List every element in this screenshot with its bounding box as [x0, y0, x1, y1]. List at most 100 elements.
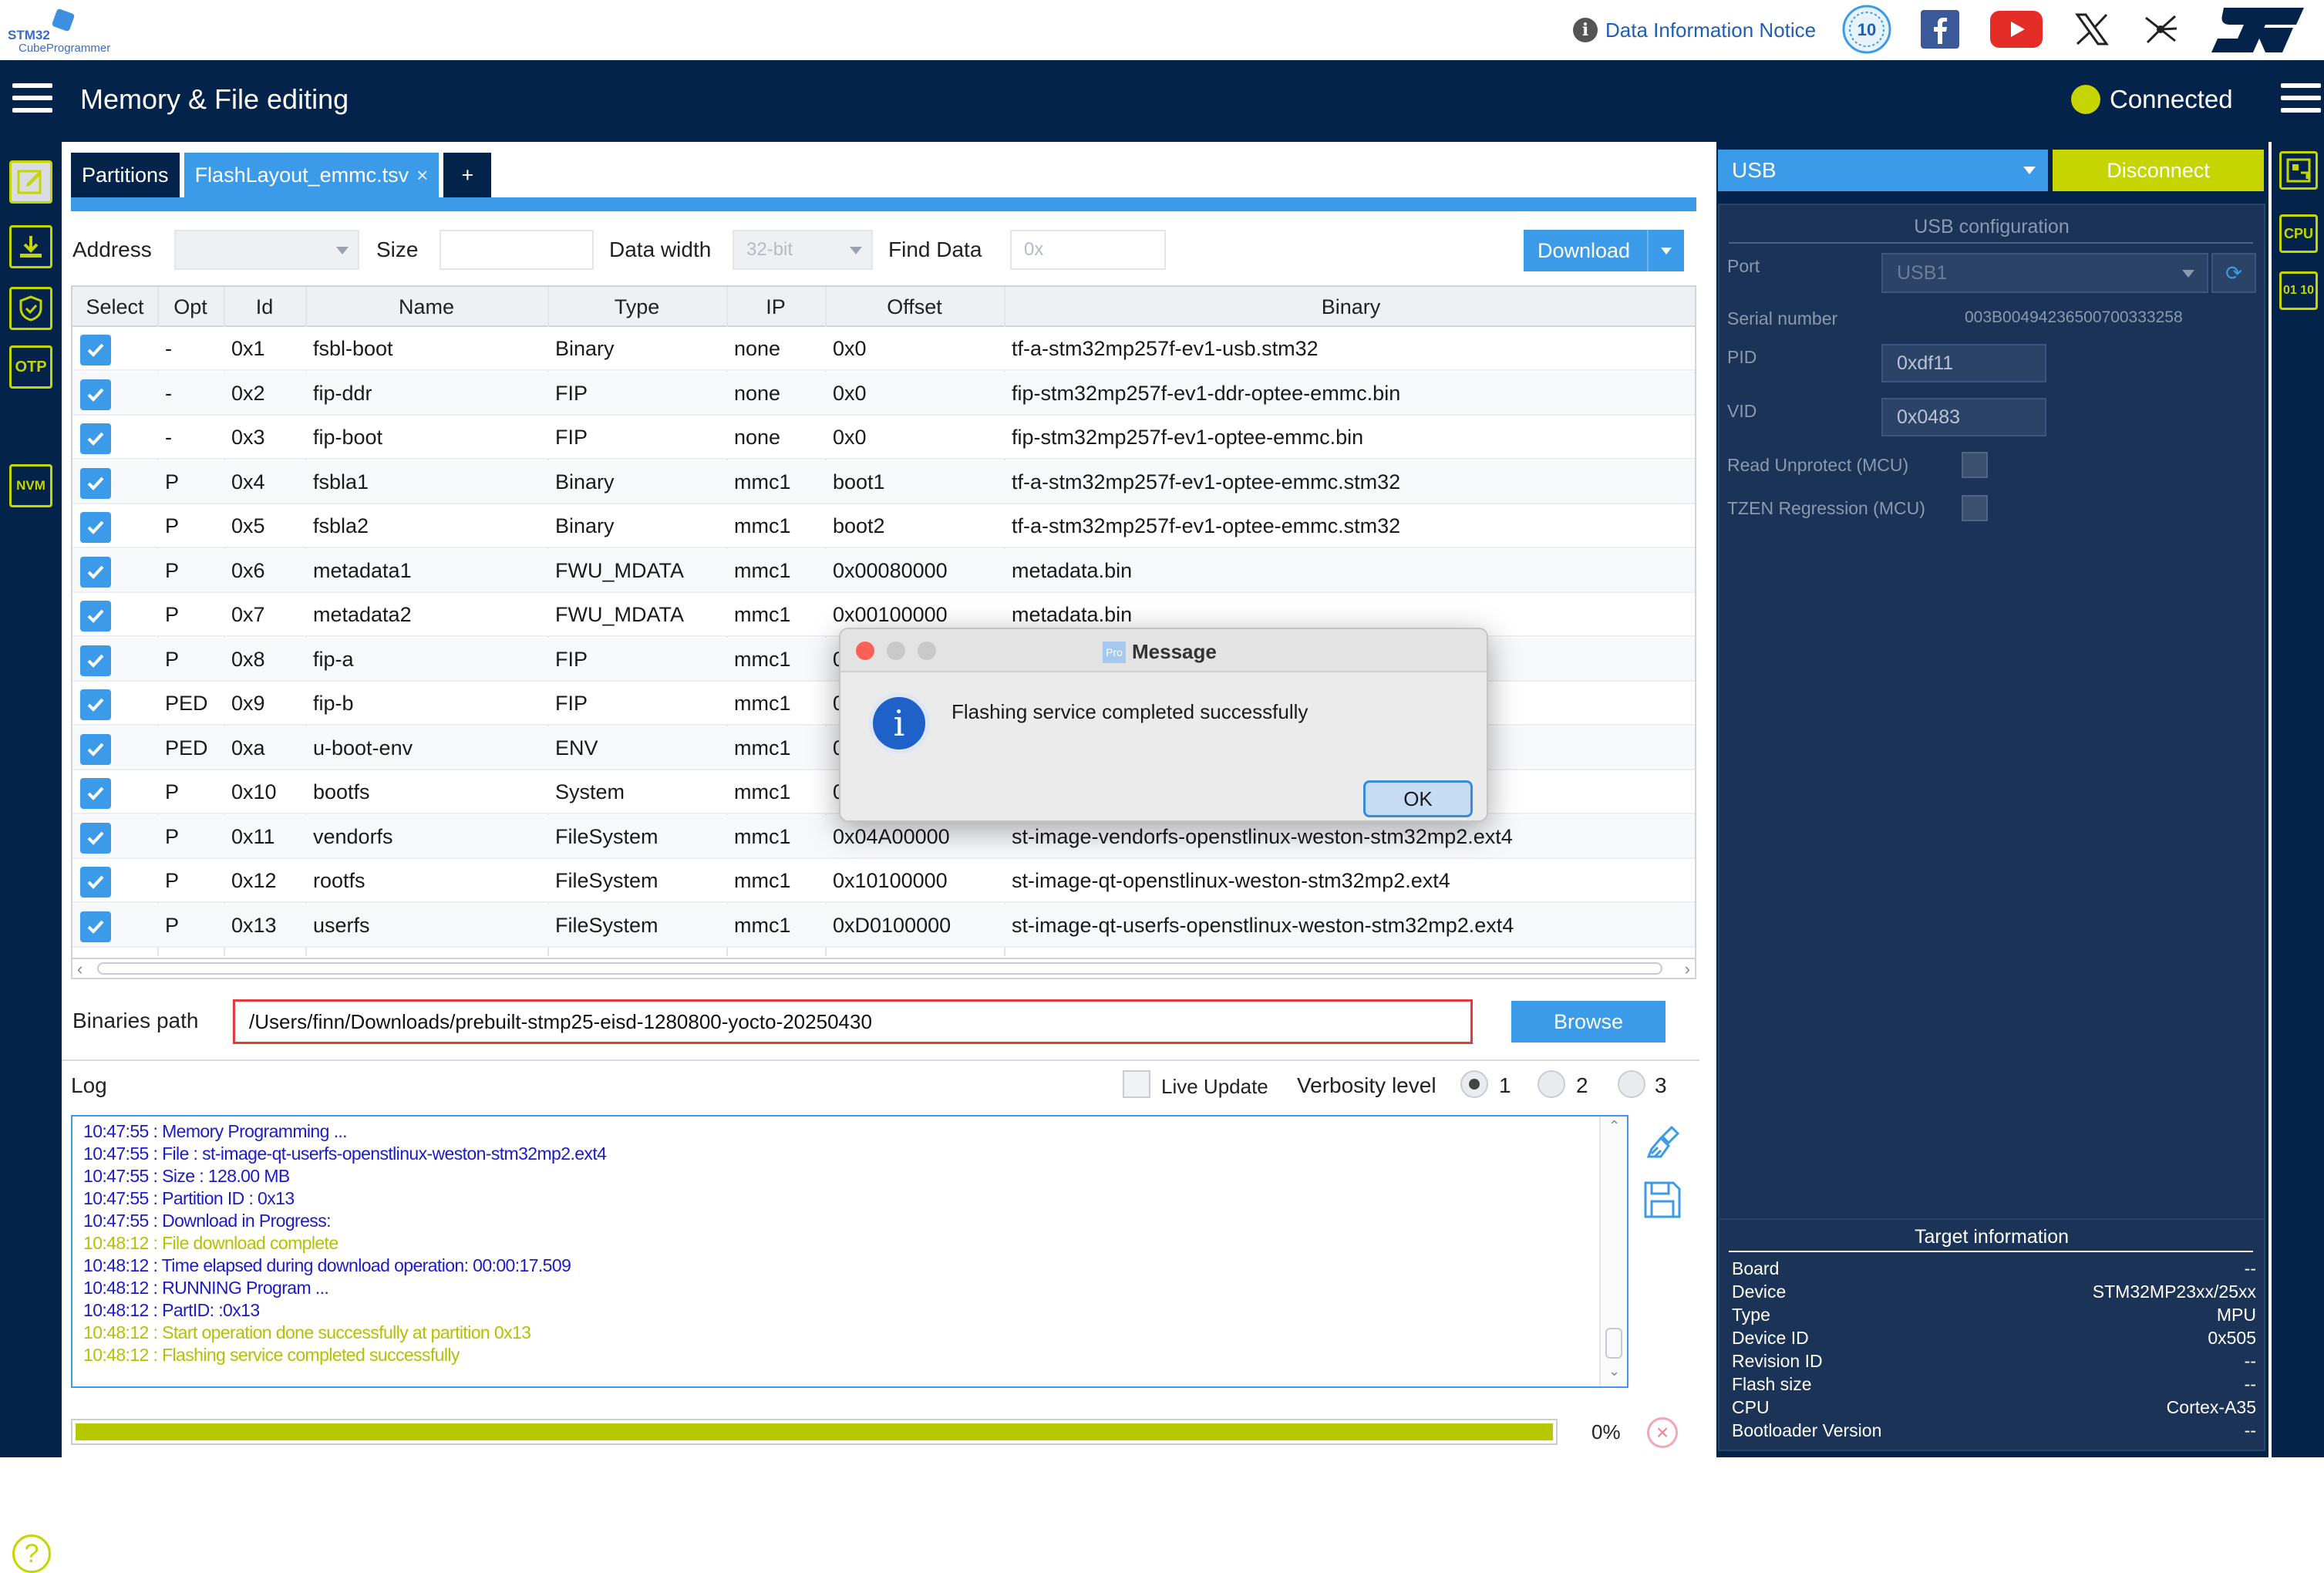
- progress-fill: [76, 1423, 1553, 1440]
- select-checkbox[interactable]: [80, 335, 111, 365]
- column-header[interactable]: Type: [547, 287, 726, 327]
- column-header[interactable]: Name: [305, 287, 547, 327]
- table-row[interactable]: - 0x1 fsbl-boot Binary none 0x0 tf-a-stm32mp25…: [72, 327, 1695, 371]
- clear-log-icon[interactable]: [1642, 1123, 1682, 1163]
- select-checkbox[interactable]: [80, 379, 111, 410]
- facebook-icon[interactable]: [1920, 5, 1960, 54]
- select-checkbox[interactable]: [80, 423, 111, 454]
- horizontal-scrollbar[interactable]: ‹ ›: [71, 958, 1696, 979]
- read-unprotect-checkbox[interactable]: [1962, 452, 1988, 478]
- cpu-icon[interactable]: CPU: [2279, 214, 2318, 253]
- shield-icon[interactable]: [9, 287, 52, 330]
- scroll-right-icon[interactable]: ›: [1685, 959, 1690, 979]
- verbosity-radio-1[interactable]: [1460, 1070, 1488, 1098]
- select-checkbox[interactable]: [80, 778, 111, 809]
- select-checkbox[interactable]: [80, 911, 111, 942]
- tab-partitions[interactable]: Partitions: [71, 153, 180, 197]
- binaries-path-value: /Users/finn/Downloads/prebuilt-stmp25-ei…: [249, 1009, 872, 1033]
- column-header[interactable]: Opt: [157, 287, 224, 327]
- address-combo[interactable]: [174, 230, 359, 270]
- scroll-left-icon[interactable]: ‹: [77, 959, 83, 979]
- select-checkbox[interactable]: [80, 867, 111, 898]
- scrollbar-thumb[interactable]: [1605, 1328, 1622, 1359]
- right-sidebar: CPU 01 10: [2272, 142, 2324, 1457]
- refresh-icon[interactable]: ⟳: [2211, 253, 2256, 293]
- table-row[interactable]: P 0x13 userfs FileSystem mmc1 0xD0100000 st-im…: [72, 903, 1695, 948]
- column-header[interactable]: Offset: [825, 287, 1004, 327]
- table-row[interactable]: P 0x12 rootfs FileSystem mmc1 0x10100000 st-im…: [72, 859, 1695, 903]
- interface-select[interactable]: USB: [1718, 150, 2048, 191]
- menu-icon[interactable]: [12, 83, 52, 117]
- save-log-icon[interactable]: [1642, 1180, 1682, 1220]
- select-checkbox[interactable]: [80, 556, 111, 588]
- scroll-up-icon[interactable]: ⌃: [1608, 1118, 1620, 1134]
- chevron-down-icon[interactable]: [1647, 230, 1684, 271]
- right-menu-icon[interactable]: [2281, 83, 2321, 117]
- column-header[interactable]: Id: [224, 287, 305, 327]
- column-header[interactable]: Select: [72, 287, 157, 327]
- select-checkbox[interactable]: [80, 512, 111, 543]
- tab-flashlayout[interactable]: FlashLayout_emmc.tsv ×: [184, 153, 440, 197]
- dialog-title: Pro Message: [1103, 640, 1217, 664]
- table-row[interactable]: P 0x6 metadata1 FWU_MDATA mmc1 0x00080000 meta…: [72, 548, 1695, 593]
- zoom-window-icon[interactable]: [918, 642, 936, 660]
- table-cell-id: 0x2: [231, 381, 265, 405]
- find-data-input[interactable]: 0x: [1010, 230, 1166, 270]
- network-icon[interactable]: [2140, 5, 2181, 54]
- select-checkbox[interactable]: [80, 467, 111, 499]
- select-checkbox[interactable]: [80, 733, 111, 765]
- interface-value: USB: [1732, 158, 1777, 182]
- tzen-regression-checkbox[interactable]: [1962, 495, 1988, 521]
- data-width-select[interactable]: 32-bit: [733, 230, 873, 270]
- select-checkbox[interactable]: [80, 645, 111, 676]
- memory-map-icon[interactable]: [2279, 151, 2318, 190]
- x-twitter-icon[interactable]: [2073, 5, 2111, 54]
- column-header[interactable]: Binary: [1004, 287, 1695, 327]
- table-cell-name: fsbla2: [313, 514, 369, 537]
- column-header[interactable]: IP: [726, 287, 825, 327]
- live-update-checkbox[interactable]: [1123, 1070, 1150, 1098]
- add-tab-button[interactable]: +: [443, 153, 492, 197]
- youtube-icon[interactable]: [1989, 5, 2043, 54]
- table-cell-id: 0x13: [231, 913, 277, 937]
- disconnect-button[interactable]: Disconnect: [2053, 150, 2264, 191]
- scroll-down-icon[interactable]: ⌄: [1608, 1363, 1620, 1379]
- target-info-label: Type: [1732, 1305, 1770, 1325]
- scrollbar-thumb[interactable]: [97, 962, 1662, 975]
- table-cell-offset: boot1: [833, 470, 885, 493]
- port-select[interactable]: USB1: [1881, 253, 2208, 293]
- table-row[interactable]: P 0x4 fsbla1 Binary mmc1 boot1 tf-a-stm32mp257…: [72, 460, 1695, 504]
- help-icon[interactable]: ?: [12, 1534, 51, 1573]
- download-icon[interactable]: [9, 225, 52, 268]
- close-window-icon[interactable]: [856, 642, 874, 660]
- table-row[interactable]: - 0x3 fip-boot FIP none 0x0 fip-stm32mp257f-ev…: [72, 416, 1695, 460]
- size-input[interactable]: [440, 230, 594, 270]
- log-scrollbar[interactable]: ⌃ ⌄: [1599, 1117, 1627, 1386]
- log-output[interactable]: 10:47:55 : Memory Programming ... 10:47:5…: [71, 1115, 1628, 1388]
- target-info-row: CPU Cortex-A35: [1732, 1397, 2256, 1418]
- select-checkbox[interactable]: [80, 822, 111, 854]
- close-tab-icon[interactable]: ×: [416, 163, 428, 187]
- ok-button[interactable]: OK: [1363, 780, 1473, 817]
- data-information-notice-link[interactable]: i Data Information Notice: [1573, 17, 1816, 43]
- edit-memory-icon[interactable]: [9, 160, 52, 204]
- select-checkbox[interactable]: [80, 689, 111, 720]
- cancel-icon[interactable]: ×: [1647, 1417, 1678, 1448]
- table-cell-name: bootfs: [313, 780, 370, 803]
- nvm-icon[interactable]: NVM: [9, 464, 52, 507]
- download-button[interactable]: Download: [1524, 230, 1684, 271]
- table-cell-binary: st-image-qt-userfs-openstlinux-weston-st…: [1012, 913, 1514, 937]
- binaries-path-input[interactable]: /Users/finn/Downloads/prebuilt-stmp25-ei…: [233, 999, 1473, 1044]
- verbosity-radio-3[interactable]: [1618, 1070, 1645, 1098]
- binary-icon[interactable]: 01 10: [2279, 271, 2318, 310]
- table-cell-opt: P: [165, 514, 180, 537]
- browse-button[interactable]: Browse: [1511, 1001, 1666, 1042]
- connection-status-label: Connected: [2110, 85, 2233, 113]
- anniversary-10-icon[interactable]: 10: [1840, 5, 1894, 54]
- select-checkbox[interactable]: [80, 601, 111, 632]
- minimize-window-icon[interactable]: [887, 642, 905, 660]
- table-row[interactable]: P 0x5 fsbla2 Binary mmc1 boot2 tf-a-stm32mp257…: [72, 504, 1695, 548]
- verbosity-radio-2[interactable]: [1538, 1070, 1565, 1098]
- otp-icon[interactable]: OTP: [9, 345, 52, 389]
- table-row[interactable]: - 0x2 fip-ddr FIP none 0x0 fip-stm32mp257f-ev1…: [72, 371, 1695, 416]
